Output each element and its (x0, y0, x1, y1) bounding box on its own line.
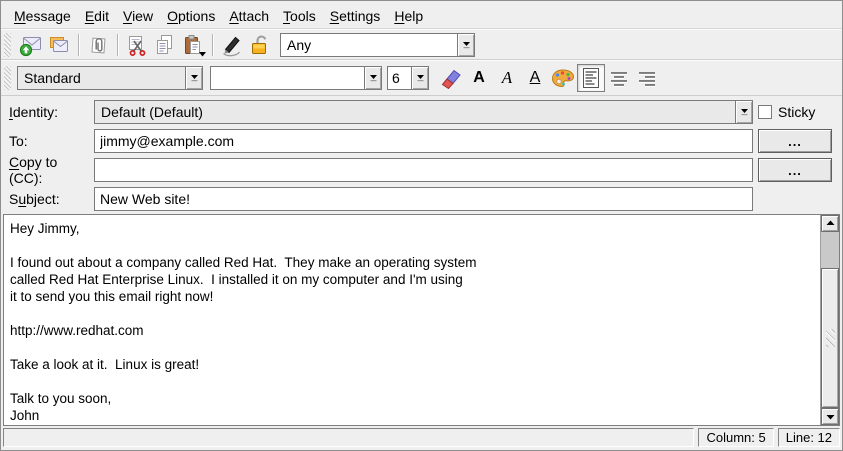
chevron-down-icon (190, 74, 199, 82)
toolbar-separator (117, 34, 118, 56)
underline-label: A (530, 69, 541, 87)
arrow-up-icon (826, 220, 835, 227)
encrypt-message-icon (248, 33, 272, 57)
queue-mail-button[interactable] (45, 31, 73, 59)
menu-tools[interactable]: Tools (276, 5, 323, 27)
send-mail-button[interactable] (17, 31, 45, 59)
menu-view[interactable]: View (116, 5, 160, 27)
font-family-combobox[interactable] (210, 66, 382, 90)
copy-button[interactable] (151, 31, 179, 59)
identity-combobox[interactable]: Default (Default) (94, 100, 753, 124)
cc-input[interactable] (94, 158, 753, 182)
underline-button[interactable]: A (521, 64, 549, 92)
identity-dropdown-button[interactable] (735, 101, 752, 123)
subject-label: Subject: (5, 191, 94, 207)
chevron-down-icon (416, 74, 425, 82)
subject-input[interactable] (94, 187, 753, 211)
paste-button[interactable] (179, 31, 207, 59)
main-toolbar: Any (1, 29, 842, 60)
status-column-indicator: Column: 5 (698, 428, 773, 447)
to-row: To: ... (5, 129, 838, 153)
paragraph-style-dropdown-button[interactable] (185, 67, 202, 89)
scroll-down-button[interactable] (821, 408, 839, 425)
encrypt-message-button[interactable] (246, 31, 274, 59)
menu-message[interactable]: Message (7, 5, 78, 27)
align-left-button[interactable] (577, 64, 605, 92)
menu-help[interactable]: Help (387, 5, 430, 27)
cc-row: Copy to (CC): ... (5, 158, 838, 182)
toolbar-drag-handle[interactable] (4, 33, 11, 57)
bold-label: A (473, 69, 485, 87)
arrow-down-icon (826, 413, 835, 420)
eraser-icon (439, 66, 463, 90)
statusbar: Column: 5 Line: 12 (1, 426, 842, 450)
paste-dropdown-arrow-icon (199, 52, 206, 57)
align-center-button[interactable] (605, 64, 633, 92)
recipient-filter-dropdown-button[interactable] (457, 34, 474, 56)
attach-file-icon (86, 33, 110, 57)
sticky-label: Sticky (778, 104, 815, 120)
to-input[interactable] (94, 129, 753, 153)
toolbar-drag-handle[interactable] (4, 66, 11, 90)
cut-button[interactable] (123, 31, 151, 59)
text-color-palette-icon (550, 66, 576, 90)
chevron-down-icon (740, 108, 749, 116)
font-size-dropdown-button[interactable] (411, 67, 428, 89)
italic-button[interactable]: A (493, 64, 521, 92)
vertical-scrollbar[interactable] (820, 215, 839, 425)
font-size-combobox[interactable]: 6 (387, 66, 429, 90)
identity-row: Identity: Default (Default) Sticky (5, 100, 838, 124)
message-body-editor[interactable]: Hey Jimmy, I found out about a company c… (4, 215, 820, 425)
identity-label: Identity: (5, 104, 94, 120)
font-family-dropdown-button[interactable] (364, 67, 381, 89)
status-message-panel (3, 428, 694, 447)
align-center-icon (608, 67, 630, 89)
menubar: Message Edit View Options Attach Tools S… (1, 1, 842, 29)
scrollbar-grip-icon (826, 329, 835, 347)
toolbar-separator (78, 34, 79, 56)
scroll-up-button[interactable] (821, 215, 839, 232)
cut-icon (125, 33, 149, 57)
italic-label: A (502, 68, 512, 88)
recipient-filter-value: Any (281, 34, 457, 56)
message-headers: Identity: Default (Default) Sticky To: (1, 96, 842, 214)
recipient-filter-combobox[interactable]: Any (280, 33, 475, 57)
align-right-button[interactable] (633, 64, 661, 92)
sticky-checkbox[interactable] (758, 105, 772, 119)
eraser-format-button[interactable] (437, 64, 465, 92)
scrollbar-trough[interactable] (821, 232, 839, 268)
copy-icon (153, 33, 177, 57)
chevron-down-icon (369, 74, 378, 82)
queue-mail-icon (47, 33, 71, 57)
chevron-down-icon (462, 41, 471, 49)
identity-value: Default (Default) (95, 101, 735, 123)
paragraph-style-combobox[interactable]: Standard (17, 66, 203, 90)
font-family-value (211, 67, 364, 89)
sign-message-icon (220, 33, 244, 57)
attach-file-button[interactable] (84, 31, 112, 59)
toolbar-separator (212, 34, 213, 56)
subject-row: Subject: (5, 187, 838, 211)
menu-attach[interactable]: Attach (222, 5, 276, 27)
status-line-indicator: Line: 12 (778, 428, 840, 447)
message-body-area: Hey Jimmy, I found out about a company c… (3, 214, 840, 426)
format-toolbar: Standard 6 A A (1, 60, 842, 96)
bold-button[interactable]: A (465, 64, 493, 92)
align-left-icon (580, 67, 602, 89)
align-right-icon (636, 67, 658, 89)
send-mail-icon (19, 33, 43, 57)
cc-label: Copy to (CC): (5, 154, 94, 186)
text-color-button[interactable] (549, 64, 577, 92)
menu-options[interactable]: Options (160, 5, 222, 27)
sign-message-button[interactable] (218, 31, 246, 59)
menu-edit[interactable]: Edit (78, 5, 116, 27)
font-size-value: 6 (388, 67, 411, 89)
scrollbar-thumb[interactable] (821, 268, 839, 408)
to-address-picker-button[interactable]: ... (758, 129, 832, 153)
cc-address-picker-button[interactable]: ... (758, 158, 832, 182)
to-label: To: (5, 133, 94, 149)
paragraph-style-value: Standard (18, 67, 185, 89)
menu-settings[interactable]: Settings (323, 5, 388, 27)
mail-composer-window: Message Edit View Options Attach Tools S… (0, 0, 843, 451)
